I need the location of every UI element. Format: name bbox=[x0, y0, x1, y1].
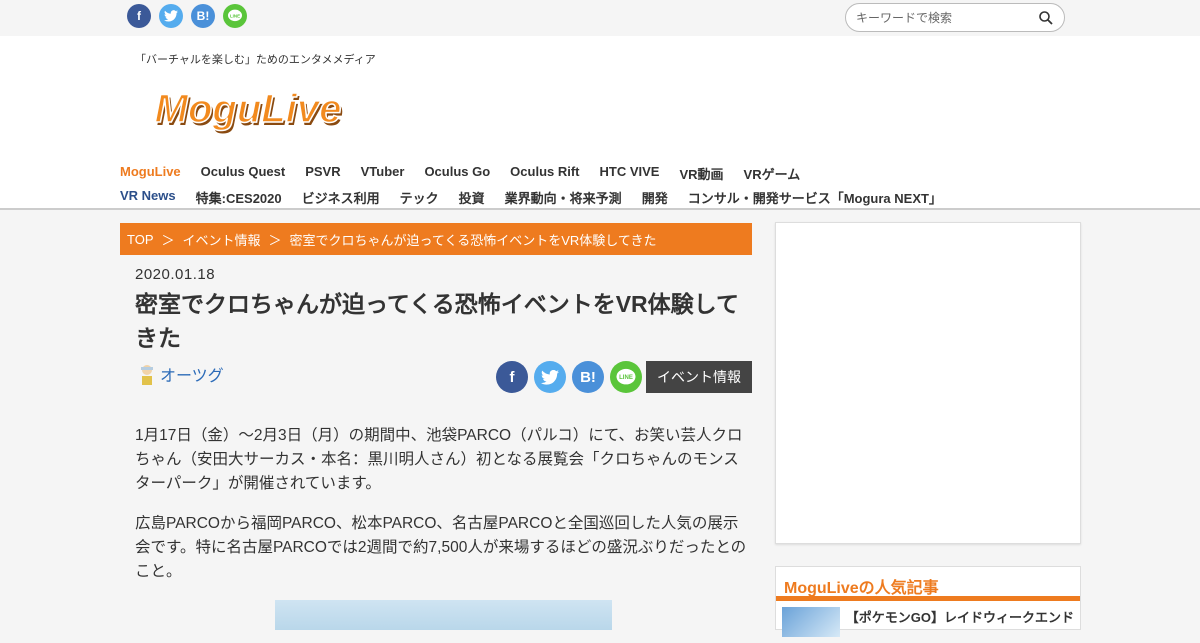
article-author[interactable]: オーツグ bbox=[137, 362, 224, 386]
nav-item[interactable]: HTC VIVE bbox=[600, 164, 660, 183]
share-twitter-icon[interactable] bbox=[534, 361, 566, 393]
nav-item[interactable]: VR動画 bbox=[679, 164, 723, 183]
facebook-icon[interactable]: f bbox=[127, 4, 151, 28]
nav-item[interactable]: 開発 bbox=[642, 188, 668, 207]
breadcrumb-item-category[interactable]: イベント情報 bbox=[183, 230, 261, 249]
svg-text:LINE: LINE bbox=[230, 13, 240, 18]
nav-item[interactable]: テック bbox=[400, 188, 439, 207]
share-line-icon[interactable]: LINE bbox=[610, 361, 642, 393]
breadcrumb-item-top[interactable]: TOP bbox=[127, 232, 154, 247]
nav-item[interactable]: 業界動向・将来予測 bbox=[505, 188, 622, 207]
main-nav: MoguLive Oculus Quest PSVR VTuber Oculus Go O… bbox=[120, 164, 820, 183]
nav-item[interactable]: PSVR bbox=[305, 164, 340, 183]
article-paragraph: 広島PARCOから福岡PARCO、松本PARCO、名古屋PARCOと全国巡回した… bbox=[135, 515, 747, 580]
nav-item[interactable]: ビジネス利用 bbox=[302, 188, 380, 207]
search-input[interactable] bbox=[856, 9, 1036, 27]
nav-item[interactable]: VTuber bbox=[361, 164, 405, 183]
popular-articles: MoguLiveの人気記事 【ポケモンGO】レイドウィークエンド bbox=[775, 566, 1081, 637]
article-image bbox=[275, 600, 612, 630]
nav-item[interactable]: 投資 bbox=[459, 188, 485, 207]
svg-text:LINE: LINE bbox=[619, 375, 633, 381]
share-hatena-icon[interactable]: B! bbox=[572, 361, 604, 393]
author-name[interactable]: オーツグ bbox=[160, 362, 224, 386]
article-date: 2020.01.18 bbox=[135, 266, 216, 283]
popular-article-thumbnail[interactable] bbox=[782, 607, 840, 637]
sidebar-ad bbox=[775, 222, 1081, 544]
breadcrumb-separator: ＞ bbox=[268, 232, 282, 248]
nav-item[interactable]: コンサル・開発サービス「Mogura NEXT」 bbox=[688, 188, 942, 207]
mogulive-logo[interactable]: MoguLive MoguLive bbox=[138, 76, 358, 142]
hatena-bookmark-icon[interactable]: B! bbox=[191, 4, 215, 28]
twitter-icon[interactable] bbox=[159, 4, 183, 28]
article-paragraph: 1月17日（金）～2月3日（月）の期間中、池袋PARCO（パルコ）にて、お笑い芸… bbox=[135, 427, 743, 492]
popular-article-item[interactable]: 【ポケモンGO】レイドウィークエンド bbox=[776, 601, 1080, 643]
top-bar: f B! LINE bbox=[0, 0, 1200, 36]
search-box bbox=[845, 3, 1065, 32]
breadcrumb: TOP ＞ イベント情報 ＞ 密室でクロちゃんが迫ってくる恐怖イベントをVR体験… bbox=[120, 223, 752, 255]
breadcrumb-item-current: 密室でクロちゃんが迫ってくる恐怖イベントをVR体験してきた bbox=[289, 232, 657, 248]
nav-item[interactable]: Oculus Go bbox=[424, 164, 490, 183]
popular-articles-title: MoguLiveの人気記事 bbox=[776, 567, 1080, 601]
popular-article-title[interactable]: 【ポケモンGO】レイドウィークエンド bbox=[846, 607, 1074, 626]
share-facebook-icon[interactable]: f bbox=[496, 361, 528, 393]
article-title: 密室でクロちゃんが迫ってくる恐怖イベントをVR体験してきた bbox=[135, 291, 739, 351]
nav-item[interactable]: VR News bbox=[120, 188, 176, 207]
breadcrumb-separator: ＞ bbox=[161, 232, 175, 248]
nav-item[interactable]: VRゲーム bbox=[744, 164, 801, 183]
line-icon[interactable]: LINE bbox=[223, 4, 247, 28]
nav-item[interactable]: Oculus Quest bbox=[201, 164, 286, 183]
nav-item[interactable]: 特集:CES2020 bbox=[196, 188, 282, 207]
social-links-top: f B! LINE bbox=[127, 4, 247, 28]
share-buttons: f B! LINE bbox=[496, 361, 642, 393]
category-tag[interactable]: イベント情報 bbox=[646, 361, 752, 393]
sub-nav: VR News 特集:CES2020 ビジネス利用 テック 投資 業界動向・将来予測 開発 コ… bbox=[120, 188, 962, 207]
search-icon[interactable] bbox=[1038, 10, 1054, 26]
nav-item[interactable]: Oculus Rift bbox=[510, 164, 579, 183]
nav-item[interactable]: MoguLive bbox=[120, 164, 181, 183]
logo-text: MoguLive bbox=[155, 87, 342, 131]
author-avatar-icon bbox=[141, 365, 153, 385]
site-tagline: 「バーチャルを楽しむ」ためのエンタメメディア bbox=[135, 54, 376, 66]
site-header: 「バーチャルを楽しむ」ためのエンタメメディア MoguLive MoguLive… bbox=[0, 36, 1200, 210]
